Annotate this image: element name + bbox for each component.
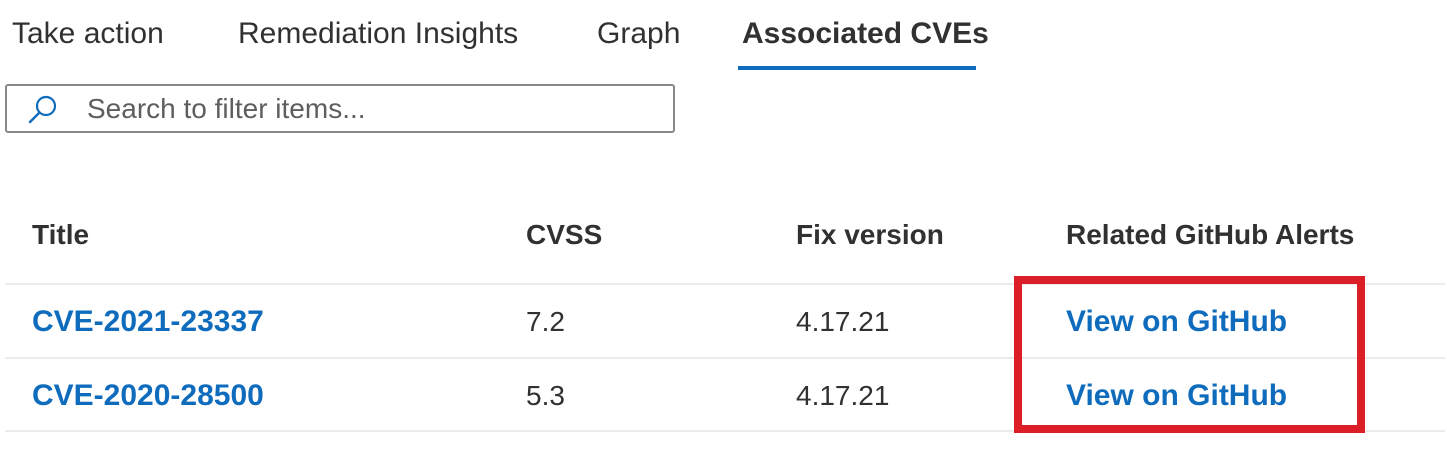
column-header-fix-version[interactable]: Fix version [796, 215, 944, 255]
fix-version: 4.17.21 [796, 306, 890, 337]
column-header-title[interactable]: Title [32, 215, 89, 255]
view-on-github-link[interactable]: View on GitHub [1066, 302, 1287, 342]
fix-version: 4.17.21 [796, 380, 890, 411]
cve-panel: Take action Remediation Insights Graph A… [0, 0, 1447, 452]
tab-associated-cves[interactable]: Associated CVEs [742, 14, 989, 54]
column-header-cvss[interactable]: CVSS [526, 215, 602, 255]
tab-graph[interactable]: Graph [597, 14, 680, 54]
cve-link[interactable]: CVE-2020-28500 [32, 376, 264, 416]
search-input[interactable] [87, 90, 647, 128]
tab-remediation-insights[interactable]: Remediation Insights [238, 14, 518, 54]
cvss-score: 7.2 [526, 306, 565, 337]
active-tab-indicator [738, 66, 976, 70]
view-on-github-link[interactable]: View on GitHub [1066, 376, 1287, 416]
header-divider [5, 283, 1445, 285]
column-header-github-alerts[interactable]: Related GitHub Alerts [1066, 215, 1354, 255]
search-box[interactable] [5, 84, 675, 133]
row-divider [5, 357, 1445, 359]
row-divider [5, 430, 1445, 432]
cvss-score: 5.3 [526, 380, 565, 411]
tab-take-action[interactable]: Take action [12, 14, 164, 54]
search-icon [27, 94, 59, 126]
cve-link[interactable]: CVE-2021-23337 [32, 302, 264, 342]
